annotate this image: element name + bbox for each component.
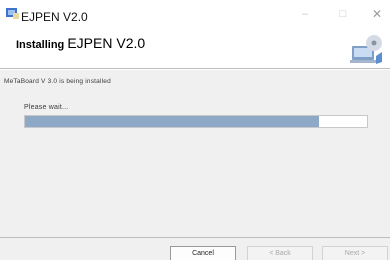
- content-panel: MeTaBoard V 3.0 is being installed Pleas…: [0, 70, 390, 237]
- progress-bar: [24, 115, 368, 128]
- progress-bar-fill: [25, 116, 320, 127]
- heading-action: Installing: [16, 39, 65, 51]
- back-button[interactable]: < Back: [247, 246, 313, 260]
- header-banner: Installing EJPEN V2.0: [0, 28, 390, 69]
- maximize-button[interactable]: □: [332, 6, 354, 22]
- installer-computer-icon: [350, 35, 382, 64]
- page-heading: Installing EJPEN V2.0: [16, 35, 145, 51]
- close-button[interactable]: ✕: [366, 6, 388, 22]
- installer-app-icon: [6, 8, 19, 19]
- title-bar: EJPEN V2.0 – □ ✕: [0, 0, 390, 28]
- next-button[interactable]: Next >: [322, 246, 388, 260]
- footer-bar: Cancel < Back Next >: [0, 237, 390, 260]
- window-title: EJPEN V2.0: [21, 10, 88, 24]
- cancel-button[interactable]: Cancel: [170, 246, 236, 260]
- wait-text: Please wait...: [24, 104, 69, 111]
- status-text: MeTaBoard V 3.0 is being installed: [4, 78, 111, 85]
- minimize-button[interactable]: –: [294, 6, 316, 22]
- heading-product: EJPEN V2.0: [67, 35, 146, 51]
